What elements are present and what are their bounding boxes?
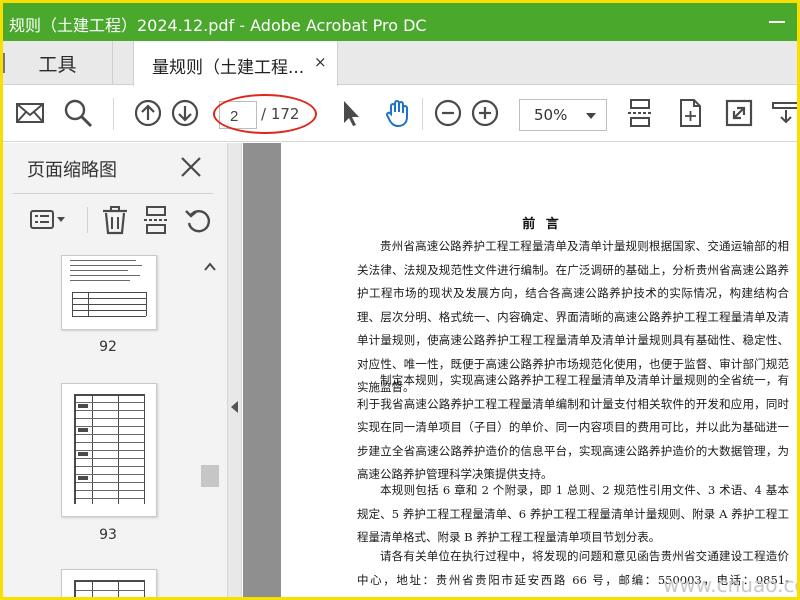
watermark: www.cnuao.com [663, 573, 797, 597]
collapse-panel-icon[interactable] [231, 401, 238, 413]
panel-strip [3, 143, 13, 597]
tab-edge [3, 53, 5, 73]
fit-page-icon[interactable] [625, 98, 655, 128]
tab-tools-label: 工具 [38, 53, 77, 76]
thumbnail-page-label: 93 [99, 527, 117, 543]
zoom-in-icon[interactable] [470, 98, 500, 128]
thumbnails-panel: 页面缩略图 92 93 [3, 143, 228, 597]
tab-close-icon[interactable]: × [314, 53, 327, 71]
select-cursor-icon[interactable] [336, 98, 366, 128]
toolbar-divider [113, 98, 114, 130]
window-title: 规则（土建工程）2024.12.pdf - Adobe Acrobat Pro … [9, 16, 427, 35]
page-thumbnail[interactable] [61, 569, 157, 597]
page-thumbnail[interactable] [61, 383, 157, 517]
panel-divider [13, 193, 213, 194]
chevron-down-icon [586, 113, 596, 119]
title-bar: 规则（土建工程）2024.12.pdf - Adobe Acrobat Pro … [3, 3, 797, 41]
scroll-up-icon[interactable] [203, 260, 217, 274]
panel-title: 页面缩略图 [27, 160, 117, 181]
page-view-icon[interactable] [675, 98, 705, 128]
zoom-select[interactable]: 50% [519, 99, 607, 131]
zoom-value: 50% [534, 106, 568, 124]
rotate-icon[interactable] [183, 205, 213, 235]
toolbar-more-icon[interactable] [771, 98, 797, 128]
zoom-out-icon[interactable] [433, 98, 463, 128]
minimize-button[interactable] [763, 9, 793, 35]
thumbnail-page-label: 92 [99, 339, 117, 355]
highlight-oval [213, 94, 317, 134]
document-paragraph: 本规则包括 6 章和 2 个附录，即 1 总则、2 规范性引用文件、3 术语、4… [357, 483, 789, 544]
next-page-icon[interactable] [170, 98, 200, 128]
toolbar-divider [422, 98, 423, 130]
thumbnail-options-icon[interactable] [29, 205, 69, 235]
trash-icon[interactable] [100, 205, 130, 235]
page-thumbnail[interactable] [61, 255, 157, 330]
previous-page-icon[interactable] [133, 98, 163, 128]
email-icon[interactable] [15, 98, 45, 128]
split-pages-icon[interactable] [141, 205, 171, 235]
document-viewer[interactable]: 前 言 贵州省高速公路养护工程工程量清单及清单计量规则根据国家、交通运输部的相关… [243, 143, 797, 597]
document-heading: 前 言 [522, 217, 562, 232]
panel-tool-divider [87, 207, 88, 233]
tab-tools[interactable]: 工具 [3, 41, 113, 85]
full-screen-icon[interactable] [724, 98, 754, 128]
search-icon[interactable] [63, 98, 93, 128]
document-page: 前 言 贵州省高速公路养护工程工程量清单及清单计量规则根据国家、交通运输部的相关… [281, 143, 797, 597]
panel-collapse-strip[interactable] [228, 143, 242, 597]
close-icon[interactable] [179, 155, 203, 179]
app-frame: 规则（土建工程）2024.12.pdf - Adobe Acrobat Pro … [0, 0, 800, 600]
scrollbar-thumb[interactable] [201, 465, 219, 487]
hand-tool-icon[interactable] [383, 98, 413, 128]
tab-document[interactable]: 量规则（土建工程... × [133, 41, 338, 86]
document-paragraph: 制定本规则，实现高速公路养护工程工程量清单及清单计量规则的全省统一，有利于我省高… [357, 373, 789, 481]
tab-document-label: 量规则（土建工程... [152, 58, 305, 78]
toolbar: / 172 50% [3, 86, 797, 142]
tab-bar: 工具 量规则（土建工程... × [3, 41, 797, 86]
